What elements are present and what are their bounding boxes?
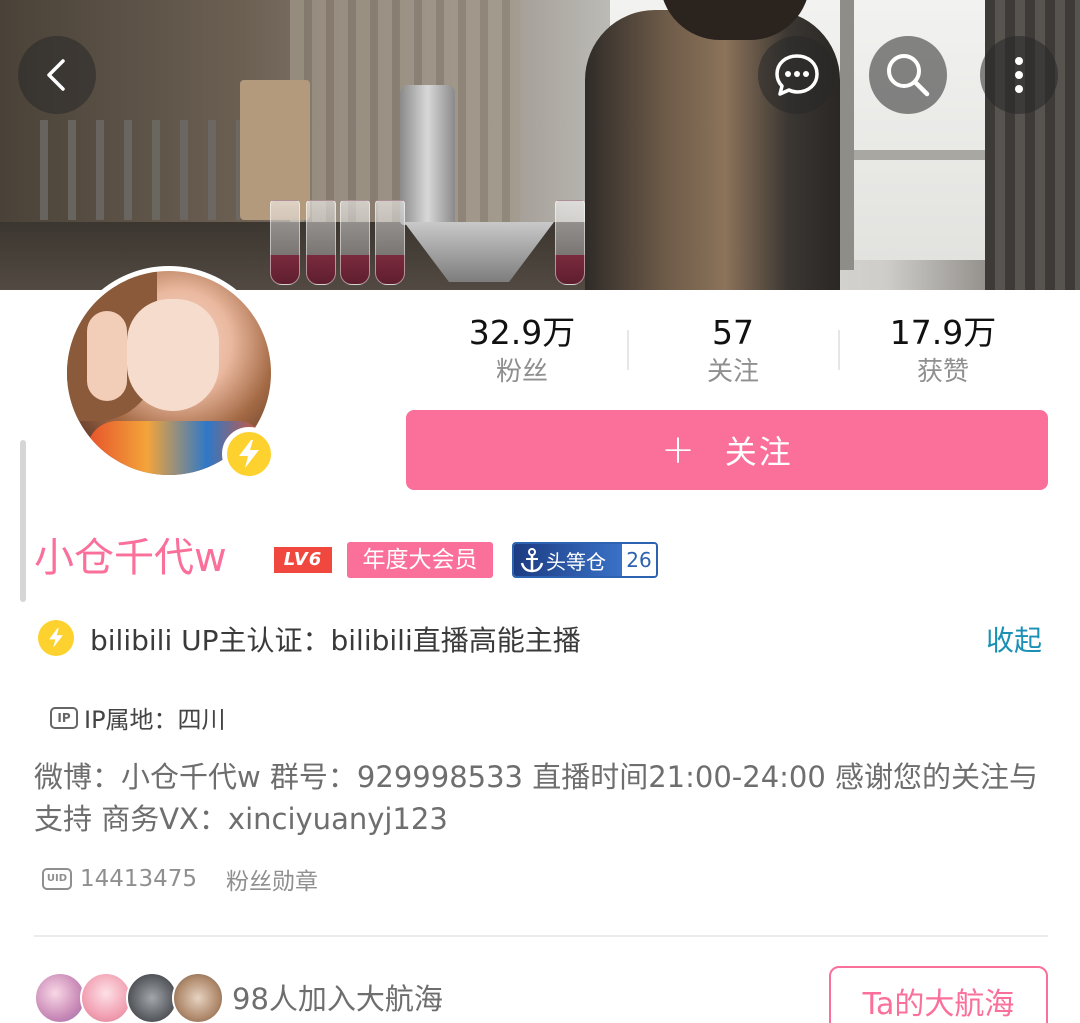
follow-label: 关注 xyxy=(724,433,793,471)
fan-medal-title: 头等仓 xyxy=(546,549,606,574)
plus-icon: + xyxy=(661,427,695,473)
fans-count: 32.9万 xyxy=(468,313,576,352)
avatar-hand xyxy=(87,311,127,401)
scrollbar[interactable] xyxy=(20,440,26,602)
banner-kitchen-tools xyxy=(40,120,240,220)
banner-window-frame xyxy=(840,0,854,270)
guard-avatar xyxy=(34,972,86,1023)
likes-label: 获赞 xyxy=(916,357,969,387)
more-button[interactable] xyxy=(980,36,1058,114)
guard-avatar xyxy=(80,972,132,1023)
bio-text: 微博：小仓千代w 群号：929998533 直播时间21:00-24:00 感谢… xyxy=(34,760,1039,836)
fans-label: 粉丝 xyxy=(495,357,548,387)
following-label: 关注 xyxy=(706,357,759,387)
fan-medal-badge[interactable]: 头等仓 26 xyxy=(512,542,658,578)
avatar-face xyxy=(127,299,219,411)
ip-icon: IP xyxy=(50,706,78,729)
chevron-left-icon xyxy=(47,59,65,91)
stat-likes[interactable]: 17.9万 获赞 xyxy=(833,312,1053,390)
collapse-button[interactable]: 收起 xyxy=(986,620,1042,662)
guard-avatar xyxy=(172,972,224,1023)
chat-bubble-icon xyxy=(775,54,819,96)
certification-icon xyxy=(38,620,74,656)
fan-medal-level: 26 xyxy=(622,544,656,576)
likes-count: 17.9万 xyxy=(889,313,997,352)
stat-following[interactable]: 57 关注 xyxy=(623,312,843,390)
banner-wine-glass xyxy=(340,200,370,285)
certification-text: bilibili UP主认证：bilibili直播高能主播 xyxy=(90,624,581,657)
lightning-icon xyxy=(239,440,259,468)
ip-location-text: IP属地：四川 xyxy=(84,706,226,734)
guard-count-text[interactable]: 98人加入大航海 xyxy=(232,978,443,1020)
back-button[interactable] xyxy=(18,36,96,114)
banner-wine-glass xyxy=(306,200,336,285)
vip-badge[interactable]: 年度大会员 xyxy=(347,542,493,578)
guard-button[interactable]: Ta的大航海 xyxy=(829,966,1048,1023)
message-button[interactable] xyxy=(758,36,836,114)
uid[interactable]: UID 14413475 xyxy=(42,866,197,892)
follow-button[interactable]: + 关注 xyxy=(406,410,1048,490)
fans-medal-link[interactable]: 粉丝勋章 xyxy=(226,866,318,898)
level-badge: LV6 xyxy=(274,547,332,573)
guard-avatar-stack[interactable] xyxy=(34,972,224,1023)
banner-cutting-board xyxy=(240,80,310,220)
banner-wine-glass xyxy=(375,200,405,285)
ip-location: IP IP属地：四川 xyxy=(50,700,226,735)
more-vertical-icon xyxy=(1015,57,1023,93)
banner-wine-glass xyxy=(270,200,300,285)
lightning-icon xyxy=(49,628,63,648)
search-icon xyxy=(887,54,930,97)
username: 小仓千代w xyxy=(34,535,227,581)
stat-fans[interactable]: 32.9万 粉丝 xyxy=(412,312,632,390)
guard-avatar xyxy=(126,972,178,1023)
fan-medal-name: 头等仓 xyxy=(514,544,622,576)
banner-bottle xyxy=(400,85,455,225)
uid-value: 14413475 xyxy=(80,866,198,892)
banner-wine-glass xyxy=(555,200,585,285)
divider xyxy=(34,935,1048,937)
search-button[interactable] xyxy=(869,36,947,114)
anchor-icon xyxy=(520,548,544,573)
following-count: 57 xyxy=(712,313,754,352)
up-verified-badge xyxy=(222,427,276,481)
uid-icon: UID xyxy=(42,868,72,890)
